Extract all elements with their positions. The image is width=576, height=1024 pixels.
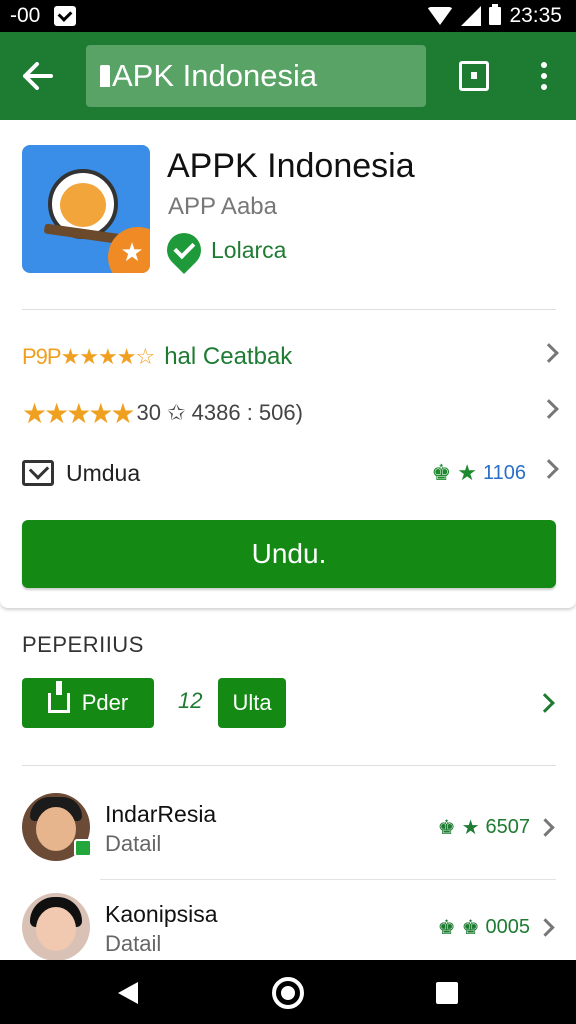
signal-icon — [461, 6, 482, 26]
chevron-right-icon[interactable] — [535, 693, 555, 713]
app-detail-card: ★ APPK Indonesia APP Aaba Lolarca P9P★★★… — [0, 120, 576, 608]
notification-icon — [54, 6, 77, 26]
filter-button-1[interactable]: Pder — [22, 678, 154, 728]
filter-button-2[interactable]: Ulta — [218, 678, 286, 728]
verified-small-icon — [74, 839, 92, 857]
verified-check-icon — [159, 225, 209, 275]
status-right: 23:35 — [427, 4, 562, 28]
chevron-right-icon — [539, 459, 559, 479]
thumbs-up-icon: ♚ — [437, 817, 456, 839]
thumbs-up-icon — [47, 681, 70, 713]
download-info-row[interactable]: Umdua ♚ ★ 1106 — [22, 450, 559, 496]
user-stats: ♚ ★ 6507 — [438, 815, 530, 840]
download-info-label: Umdua — [66, 459, 141, 486]
nav-recents-icon[interactable] — [436, 982, 458, 1004]
nav-home-icon[interactable] — [272, 977, 304, 1009]
mail-icon — [22, 460, 54, 486]
chevron-right-icon — [536, 918, 555, 937]
rating-row-1-text: hal Ceatbak — [164, 343, 293, 370]
rating-count: 30 ✩ 4386 : 506) — [136, 400, 303, 425]
app-developer[interactable]: APP Aaba — [168, 193, 277, 221]
user-stats: ♚ ♚ 0005 — [438, 915, 530, 940]
search-box[interactable]: APK Indonesia — [86, 45, 426, 107]
thumbs-up-icon: ♚ — [437, 917, 456, 939]
battery-icon — [489, 4, 502, 25]
user-name: IndarResia — [105, 801, 217, 827]
chevron-right-icon — [539, 343, 559, 363]
divider — [22, 309, 556, 310]
download-info-value: 1106 — [482, 461, 526, 484]
user-value: 0005 — [485, 916, 531, 938]
chevron-right-icon — [536, 818, 555, 837]
avatar — [22, 893, 90, 961]
thumbs-up-icon: ♚ — [431, 460, 452, 485]
section-title: PEPERIIUS — [22, 632, 144, 657]
bag-icon — [100, 65, 110, 87]
status-bar: -00 23:35 — [0, 0, 576, 32]
back-button[interactable] — [0, 32, 76, 120]
more-menu-button[interactable] — [532, 58, 556, 94]
divider — [22, 765, 556, 766]
chevron-right-icon — [539, 399, 559, 419]
dot — [541, 62, 547, 68]
avatar-face — [36, 907, 76, 951]
dot — [541, 73, 547, 79]
arrow-left-icon — [23, 62, 53, 90]
download-button[interactable]: Undu. — [22, 520, 556, 588]
user-subtitle: Datail — [105, 931, 162, 956]
status-time: 23:35 — [509, 4, 562, 27]
user-value: 6507 — [485, 816, 531, 838]
nav-back-icon[interactable] — [118, 982, 138, 1004]
thumbs-up-icon: ♚ — [461, 917, 480, 939]
list-item[interactable]: IndarResia Datail ♚ ★ 6507 — [22, 793, 556, 873]
wifi-icon — [427, 7, 454, 25]
star-icon: ★ — [457, 460, 477, 485]
verified-badge: Lolarca — [159, 225, 287, 275]
astronaut-face — [60, 183, 106, 227]
rating-stars: ★★★★★ — [22, 397, 136, 429]
app-title: APPK Indonesia — [167, 147, 415, 185]
avatar-face — [36, 807, 76, 851]
filter-button-1-label: Pder — [81, 690, 129, 715]
download-info-stats: ♚ ★ 1106 — [432, 460, 526, 486]
status-left-text: -00 — [10, 4, 41, 27]
status-left: -00 — [10, 4, 77, 28]
user-name: Kaonipsisa — [105, 901, 218, 927]
app-bar: APK Indonesia — [0, 32, 576, 120]
rating-row-2[interactable]: ★★★★★ 30 ✩ 4386 : 506) — [22, 390, 559, 436]
rating-stars: P9P★★★★☆ — [22, 344, 155, 369]
dot — [541, 84, 547, 90]
app-icon: ★ — [22, 145, 150, 273]
verified-label: Lolarca — [211, 236, 287, 263]
divider — [100, 879, 556, 880]
star-icon: ★ — [461, 817, 480, 839]
bookmark-icon[interactable] — [459, 61, 489, 91]
filter-count: 12 — [178, 688, 203, 713]
rating-row-1[interactable]: P9P★★★★☆ hal Ceatbak — [22, 334, 559, 380]
user-subtitle: Datail — [105, 831, 162, 856]
navigation-bar — [0, 960, 576, 1024]
search-text: APK Indonesia — [112, 58, 318, 93]
